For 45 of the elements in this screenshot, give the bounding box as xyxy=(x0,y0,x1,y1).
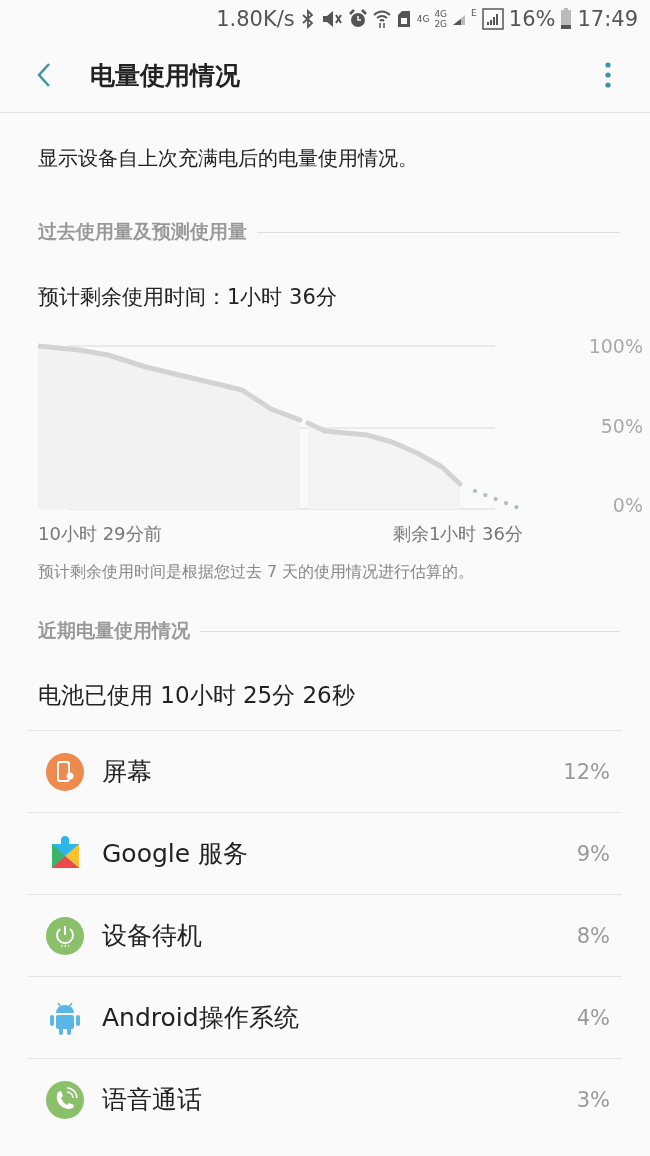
power-icon xyxy=(45,915,85,956)
axis-label: 0% xyxy=(612,493,643,518)
item-name: 设备待机 xyxy=(102,920,203,952)
battery-used-text: 电池已使用 10小时 25分 26秒 xyxy=(37,681,356,710)
phone-screen-icon xyxy=(45,751,85,792)
back-icon[interactable] xyxy=(36,62,52,88)
axis-label: 剩余1小时 36分 xyxy=(392,522,523,546)
network-speed: 1.80K/s xyxy=(216,7,295,31)
network-type: 4G xyxy=(416,14,430,24)
network-type: 2G xyxy=(434,19,448,29)
usage-percent: 12% xyxy=(563,759,611,784)
battery-icon xyxy=(560,8,573,30)
network-type: 4G xyxy=(434,9,448,19)
battery-percent: 16% xyxy=(508,7,556,31)
phone-call-icon xyxy=(45,1079,85,1120)
usage-percent: 8% xyxy=(576,923,611,948)
more-options-icon[interactable] xyxy=(604,61,612,89)
section-header: 近期电量使用情况 xyxy=(38,618,190,643)
axis-label: 50% xyxy=(600,413,643,439)
item-name: Google 服务 xyxy=(102,838,250,870)
usage-list-item[interactable]: Android操作系统 4% xyxy=(28,976,622,1058)
item-name: 语音通话 xyxy=(102,1084,203,1116)
axis-label: 100% xyxy=(588,334,643,359)
wifi-icon xyxy=(372,9,391,29)
usage-percent: 9% xyxy=(576,841,611,866)
alarm-icon xyxy=(347,9,368,29)
estimate-note: 预计剩余使用时间是根据您过去 7 天的使用情况进行估算的。 xyxy=(37,561,476,583)
description-text: 显示设备自上次充满电后的电量使用情况。 xyxy=(37,145,419,172)
remaining-time-text: 预计剩余使用时间：1小时 36分 xyxy=(37,284,338,311)
usage-list-item[interactable]: Google 服务 9% xyxy=(28,812,622,894)
clock: 17:49 xyxy=(577,7,638,31)
item-name: 屏幕 xyxy=(102,756,153,788)
signal-icon xyxy=(481,8,504,30)
network-type: E xyxy=(471,8,477,18)
page-title: 电量使用情况 xyxy=(90,59,241,92)
usage-percent: 4% xyxy=(576,1005,611,1030)
item-name: Android操作系统 xyxy=(102,1002,300,1034)
usage-list-item[interactable]: 屏幕 12% xyxy=(28,730,622,812)
axis-label: 10小时 29分前 xyxy=(38,522,162,546)
mute-icon xyxy=(320,9,343,29)
section-header: 过去使用量及预测使用量 xyxy=(38,219,247,244)
sim-card-icon xyxy=(395,9,412,29)
usage-list-item[interactable]: 语音通话 3% xyxy=(28,1058,622,1140)
usage-list-item[interactable]: 设备待机 8% xyxy=(28,894,622,976)
usage-percent: 3% xyxy=(576,1087,611,1112)
